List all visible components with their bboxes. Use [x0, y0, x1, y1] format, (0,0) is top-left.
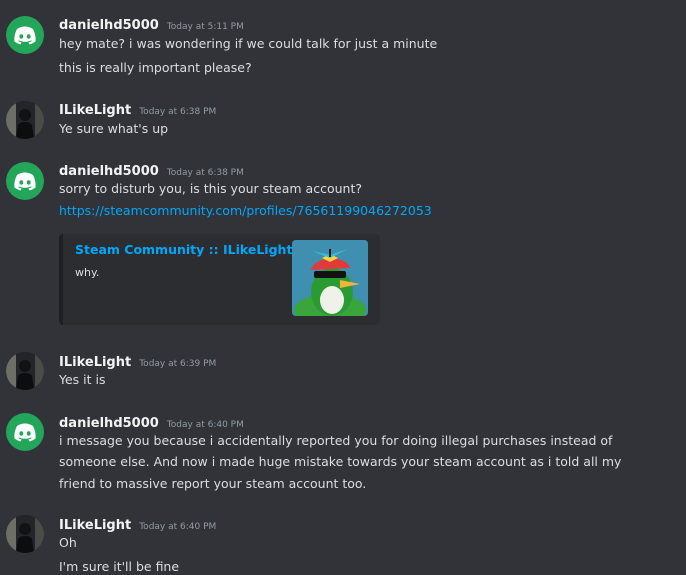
timestamp: Today at 6:39 PM: [139, 359, 217, 369]
timestamp: Today at 6:40 PM: [139, 522, 217, 532]
username[interactable]: danielhd5000: [59, 416, 159, 431]
username[interactable]: ILikeLight: [59, 355, 131, 370]
message-text: hey mate? i was wondering if we could ta…: [59, 36, 438, 51]
avatar[interactable]: [6, 101, 44, 139]
username[interactable]: danielhd5000: [59, 18, 159, 33]
message-text: sorry to disturb you, is this your steam…: [59, 181, 362, 196]
username[interactable]: danielhd5000: [59, 164, 159, 179]
discord-logo-icon: [14, 423, 36, 442]
user-photo-avatar: [6, 101, 44, 139]
timestamp: Today at 6:38 PM: [139, 107, 217, 117]
steam-profile-link[interactable]: https://steamcommunity.com/profiles/7656…: [59, 203, 432, 218]
discord-avatar[interactable]: [6, 16, 44, 54]
message-text: Oh: [59, 535, 77, 550]
embed-description: why.: [75, 266, 100, 279]
message-text: Yes it is: [59, 372, 106, 387]
chat-messages: danielhd5000 Today at 5:11 PM hey mate? i…: [0, 0, 686, 575]
message-text: friend to massive report your steam acco…: [59, 476, 367, 491]
username[interactable]: ILikeLight: [59, 103, 131, 118]
user-photo-avatar: [6, 352, 44, 390]
message-text: Ye sure what's up: [59, 121, 169, 136]
message-text: this is really important please?: [59, 60, 252, 75]
user-photo-avatar: [6, 515, 44, 553]
message-text: someone else. And now i made huge mistak…: [59, 454, 622, 469]
discord-logo-icon: [14, 172, 36, 191]
message-text: I'm sure it'll be fine: [59, 559, 180, 574]
avatar[interactable]: [6, 515, 44, 553]
timestamp: Today at 5:11 PM: [166, 22, 244, 32]
timestamp: Today at 6:40 PM: [166, 420, 244, 430]
discord-avatar[interactable]: [6, 162, 44, 200]
penguin-propeller-hat-image: [292, 240, 368, 316]
link-embed: Steam Community :: ILikeLight why.: [59, 234, 380, 325]
embed-thumbnail[interactable]: [292, 240, 368, 316]
message-text: i message you because i accidentally rep…: [59, 433, 613, 448]
discord-logo-icon: [14, 26, 36, 45]
avatar[interactable]: [6, 352, 44, 390]
username[interactable]: ILikeLight: [59, 518, 131, 533]
embed-title[interactable]: Steam Community :: ILikeLight: [75, 242, 292, 257]
discord-avatar[interactable]: [6, 413, 44, 451]
timestamp: Today at 6:38 PM: [166, 168, 244, 178]
